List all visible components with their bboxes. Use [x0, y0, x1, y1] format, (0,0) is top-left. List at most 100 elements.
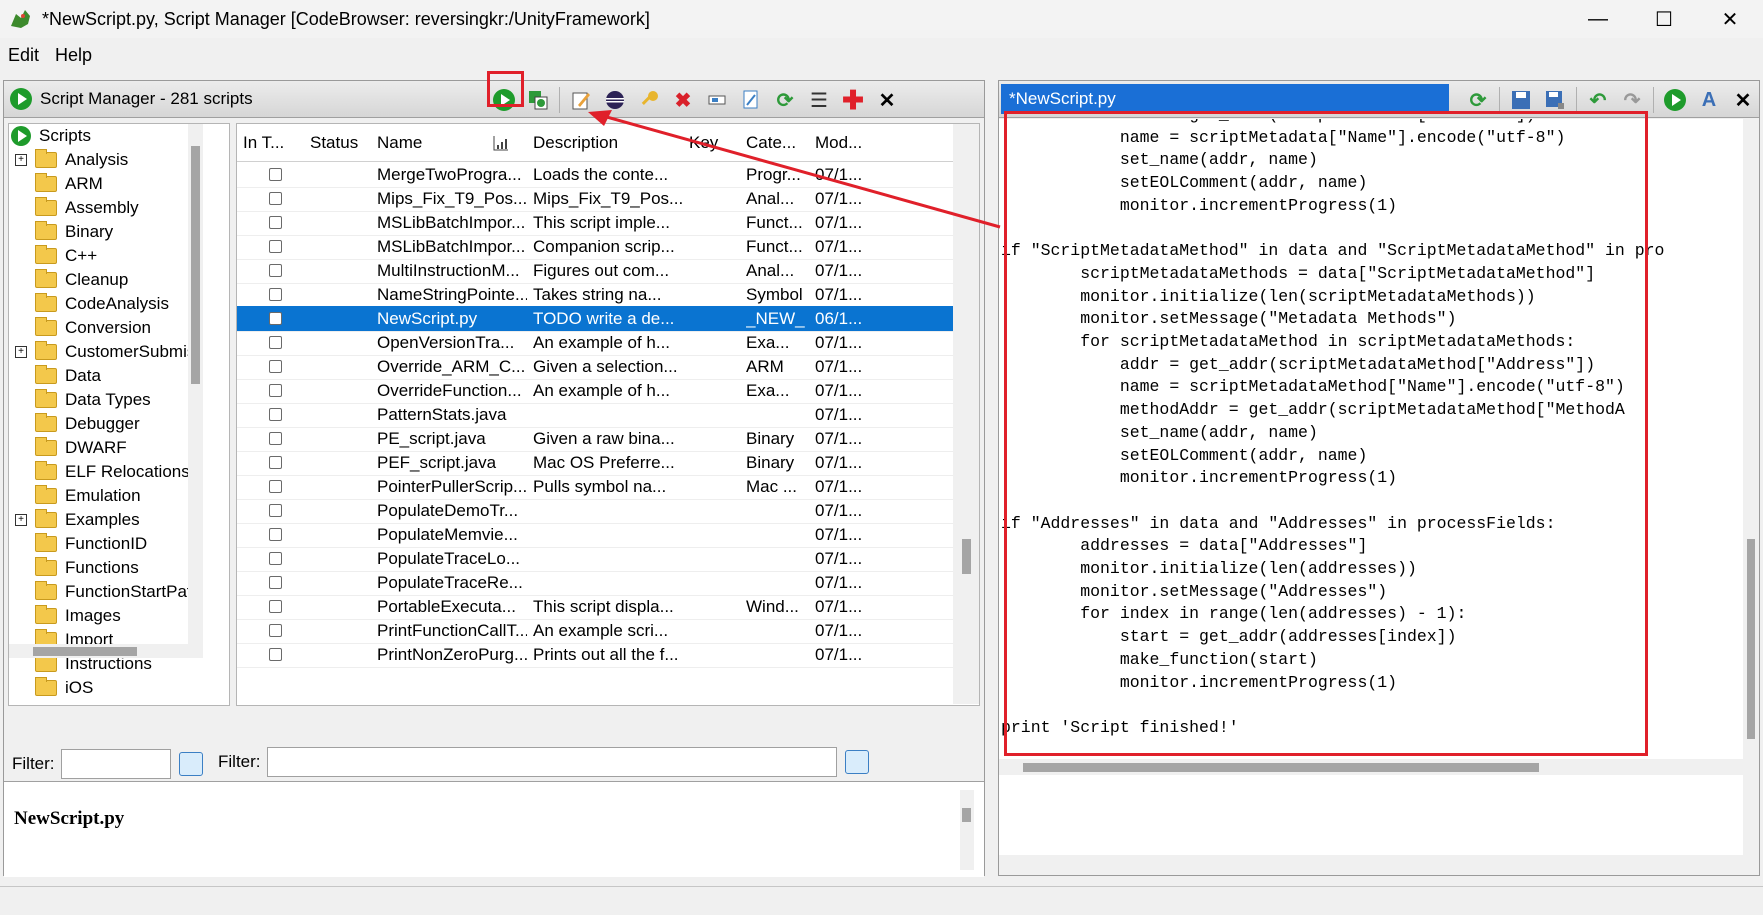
- editor-close-icon[interactable]: ✕: [1726, 85, 1760, 115]
- expand-icon[interactable]: +: [15, 346, 27, 358]
- refresh-icon[interactable]: ⟳: [768, 85, 802, 115]
- editor-vertical-scrollbar[interactable]: [1744, 119, 1758, 819]
- tree-item[interactable]: Debugger: [35, 412, 140, 436]
- table-row[interactable]: PopulateDemoTr... 07/1...: [237, 498, 953, 524]
- table-row[interactable]: MSLibBatchImpor... This script imple... Fu…: [237, 210, 953, 236]
- table-row[interactable]: Override_ARM_C... Given a selection... ARM…: [237, 354, 953, 380]
- editor-run-icon[interactable]: [1658, 85, 1692, 115]
- in-toolbar-checkbox[interactable]: [269, 504, 282, 517]
- in-toolbar-checkbox[interactable]: [269, 240, 282, 253]
- editor-horizontal-scrollbar[interactable]: [999, 759, 1744, 775]
- font-icon[interactable]: A: [1692, 85, 1726, 115]
- col-status[interactable]: Status: [310, 133, 358, 153]
- table-vertical-scrollbar[interactable]: [953, 124, 979, 704]
- in-toolbar-checkbox[interactable]: [269, 288, 282, 301]
- in-toolbar-checkbox[interactable]: [269, 432, 282, 445]
- table-row[interactable]: NameStringPointe... Takes string na... Sym…: [237, 282, 953, 308]
- tree-item[interactable]: Conversion: [35, 316, 151, 340]
- menu-edit[interactable]: Edit: [0, 45, 47, 66]
- tree-item[interactable]: ELF Relocations: [35, 460, 190, 484]
- table-row[interactable]: PrintNonZeroPurg... Prints out all the f.…: [237, 642, 953, 668]
- col-description[interactable]: Description: [533, 133, 618, 153]
- table-row[interactable]: PEF_script.java Mac OS Preferre... Binary 0…: [237, 450, 953, 476]
- tree-item[interactable]: Emulation: [35, 484, 141, 508]
- description-scrollbar[interactable]: [960, 790, 974, 870]
- in-toolbar-checkbox[interactable]: [269, 528, 282, 541]
- close-panel-icon[interactable]: ✕: [870, 85, 904, 115]
- in-toolbar-checkbox[interactable]: [269, 600, 282, 613]
- tree-filter-input[interactable]: [60, 749, 171, 779]
- editor-tab[interactable]: *NewScript.py: [1001, 84, 1449, 114]
- tree-item[interactable]: Assembly: [35, 196, 139, 220]
- tree-horizontal-scrollbar[interactable]: [9, 644, 203, 658]
- in-toolbar-checkbox[interactable]: [269, 384, 282, 397]
- col-modified[interactable]: Mod...: [815, 133, 862, 153]
- script-dirs-icon[interactable]: ☰: [802, 85, 836, 115]
- tree-filter-clear-icon[interactable]: [178, 752, 203, 776]
- run-last-script-icon[interactable]: [521, 85, 555, 115]
- table-row[interactable]: PE_script.java Given a raw bina... Binary 0…: [237, 426, 953, 452]
- table-row[interactable]: MSLibBatchImpor... Companion scrip... Func…: [237, 234, 953, 260]
- minimize-button[interactable]: —: [1565, 0, 1631, 38]
- tree-item[interactable]: Data Types: [35, 388, 151, 412]
- table-row[interactable]: PortableExecuta... This script displa... W…: [237, 594, 953, 620]
- table-row[interactable]: PopulateTraceRe... 07/1...: [237, 570, 953, 596]
- in-toolbar-checkbox[interactable]: [269, 408, 282, 421]
- in-toolbar-checkbox[interactable]: [269, 312, 282, 325]
- table-row[interactable]: OpenVersionTra... An example of h... Exa..…: [237, 330, 953, 356]
- in-toolbar-checkbox[interactable]: [269, 360, 282, 373]
- in-toolbar-checkbox[interactable]: [269, 552, 282, 565]
- expand-icon[interactable]: +: [15, 154, 27, 166]
- close-button[interactable]: ✕: [1697, 0, 1763, 38]
- tree-vertical-scrollbar[interactable]: [188, 124, 203, 644]
- table-filter-clear-icon[interactable]: [844, 750, 869, 774]
- in-toolbar-checkbox[interactable]: [269, 192, 282, 205]
- table-row[interactable]: Mips_Fix_T9_Pos... Mips_Fix_T9_Pos... Anal…: [237, 186, 953, 212]
- col-category[interactable]: Cate...: [746, 133, 796, 153]
- sort-icon[interactable]: [492, 134, 510, 152]
- edit-script-icon[interactable]: [564, 85, 598, 115]
- table-row[interactable]: PrintFunctionCallT... An example scri... 0…: [237, 618, 953, 644]
- tree-item[interactable]: + Analysis: [15, 148, 128, 172]
- key-binding-icon[interactable]: [632, 85, 666, 115]
- tree-item[interactable]: iOS: [35, 676, 93, 700]
- tree-item[interactable]: Data: [35, 364, 101, 388]
- col-in-toolbar[interactable]: In T...: [243, 133, 284, 153]
- tree-item[interactable]: Binary: [35, 220, 113, 244]
- tree-item[interactable]: CodeAnalysis: [35, 292, 169, 316]
- in-toolbar-checkbox[interactable]: [269, 336, 282, 349]
- tree-root[interactable]: Scripts: [11, 124, 91, 148]
- tree-item[interactable]: ARM: [35, 172, 103, 196]
- in-toolbar-checkbox[interactable]: [269, 216, 282, 229]
- tree-item[interactable]: DWARF: [35, 436, 127, 460]
- col-name[interactable]: Name: [377, 133, 422, 153]
- tree-item[interactable]: FunctionID: [35, 532, 147, 556]
- table-row[interactable]: OverrideFunction... An example of h... Exa…: [237, 378, 953, 404]
- table-row[interactable]: MergeTwoProgra... Loads the conte... Progr…: [237, 162, 953, 188]
- delete-script-icon[interactable]: ✖: [666, 85, 700, 115]
- in-toolbar-checkbox[interactable]: [269, 480, 282, 493]
- table-row[interactable]: MultiInstructionM... Figures out com... An…: [237, 258, 953, 284]
- maximize-button[interactable]: ☐: [1631, 0, 1697, 38]
- menu-help[interactable]: Help: [47, 45, 100, 66]
- tree-item[interactable]: C++: [35, 244, 97, 268]
- table-row[interactable]: PopulateMemvie... 07/1...: [237, 522, 953, 548]
- in-toolbar-checkbox[interactable]: [269, 576, 282, 589]
- tree-item[interactable]: FunctionStartPat: [35, 580, 192, 604]
- col-key[interactable]: Key: [689, 133, 718, 153]
- help-icon[interactable]: ✚: [836, 85, 870, 115]
- table-row[interactable]: PatternStats.java 07/1...: [237, 402, 953, 428]
- expand-icon[interactable]: +: [15, 514, 27, 526]
- tree-item[interactable]: + Examples: [15, 508, 140, 532]
- table-row[interactable]: PointerPullerScrip... Pulls symbol na... M…: [237, 474, 953, 500]
- tree-item[interactable]: Functions: [35, 556, 139, 580]
- in-toolbar-checkbox[interactable]: [269, 456, 282, 469]
- tree-item[interactable]: + CustomerSubmis: [15, 340, 195, 364]
- in-toolbar-checkbox[interactable]: [269, 648, 282, 661]
- tree-item[interactable]: Cleanup: [35, 268, 128, 292]
- in-toolbar-checkbox[interactable]: [269, 264, 282, 277]
- table-row[interactable]: NewScript.py TODO write a de... _NEW_ 06/1.…: [237, 306, 953, 332]
- in-toolbar-checkbox[interactable]: [269, 624, 282, 637]
- in-toolbar-checkbox[interactable]: [269, 168, 282, 181]
- eclipse-icon[interactable]: [598, 85, 632, 115]
